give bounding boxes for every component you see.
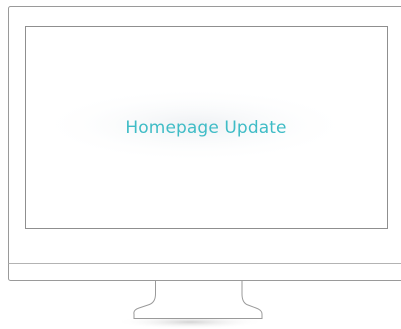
desktop-monitor-icon	[8, 6, 401, 329]
page: Homepage Update	[0, 0, 401, 329]
screen-glow	[35, 87, 355, 163]
monitor-stand	[133, 281, 263, 319]
